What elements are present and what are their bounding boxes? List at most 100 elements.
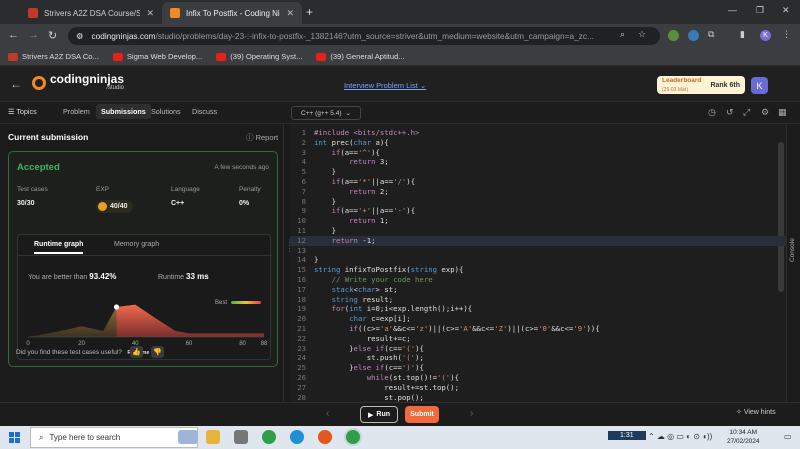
tray-badge[interactable]: 1:31 [608,431,646,440]
windows-start-icon[interactable] [9,432,20,443]
code-line[interactable]: 23 }else if(c=='('){ [290,344,786,354]
minimize-icon[interactable]: — [728,5,737,15]
view-hints-button[interactable]: ✧ View hints [736,408,776,416]
profile-avatar[interactable]: K [760,30,771,41]
language-select[interactable]: C++ (g++ 5.4) ⌄ [291,106,361,120]
extension-icon[interactable] [688,30,699,41]
chrome-icon[interactable] [262,430,276,444]
tab-divider [18,255,272,256]
code-line[interactable]: 22 result+=c; [290,334,786,344]
url-field[interactable]: ⚙ codingninjas.com/studio/problems/day-2… [68,27,660,45]
timer-icon[interactable]: ◷ [708,107,716,118]
submit-button[interactable]: Submit [405,406,439,423]
new-tab-icon[interactable]: + [306,5,313,19]
console-toggle[interactable]: Console [786,124,800,402]
tab-memory-graph[interactable]: Memory graph [114,241,159,248]
bookmark-strivers[interactable]: Strivers A2Z DSA Co... [8,52,99,61]
chrome-active-icon[interactable] [346,430,360,444]
site-info-icon[interactable]: ⚙ [76,31,83,41]
code-line[interactable]: 1 #include <bits/stdc++.h> [290,128,786,138]
edge-icon[interactable] [290,430,304,444]
code-line[interactable]: 11 } [290,226,786,236]
code-line[interactable]: 3 if(a=='^'){ [290,148,786,158]
bookmark-sigma[interactable]: Sigma Web Develop... [112,52,202,61]
close-window-icon[interactable]: ✕ [782,5,790,16]
tab-runtime-graph[interactable]: Runtime graph [34,241,84,254]
code-line[interactable]: 25 }else if(c==')'){ [290,363,786,373]
next-arrow-icon[interactable]: › [470,408,473,419]
line-number: 20 [297,314,306,324]
code-line[interactable]: 20 char c=exp[i]; [290,314,786,324]
restore-icon[interactable]: ❐ [756,5,764,16]
code-line[interactable]: 18 string result; [290,295,786,305]
code-line[interactable]: 5 } [290,167,786,177]
leaderboard-badge[interactable]: Leaderboard (26-03 Mar) Rank 6th [657,76,745,94]
side-panel-icon[interactable]: ▮ [740,29,745,40]
code-line[interactable]: 26 while(st.top()!='('){ [290,373,786,383]
tab-problem[interactable]: Problem [63,107,90,116]
code-line[interactable]: 10 return 1; [290,216,786,226]
bookmark-os[interactable]: (39) Operating Syst... [216,52,302,61]
code-line[interactable]: 7 return 2; [290,187,786,197]
notification-icon[interactable]: ▭ [784,432,792,441]
extensions-puzzle-icon[interactable]: ⧉ [708,29,714,40]
tray-icons[interactable]: ⌃ ☁ ◎ ▭ ◐ ⊙ ◖)) [648,432,712,441]
coding-ninjas-logo[interactable]: codingninjas/studio [32,73,124,91]
fullscreen-icon[interactable]: ⤢ [743,107,750,118]
menu-icon[interactable]: ⋮ [782,29,791,40]
interview-problem-list-link[interactable]: Interview Problem List ⌄ [344,81,426,90]
code-line[interactable]: 9 if(a=='+'||a=='-'){ [290,206,786,216]
back-arrow-icon[interactable]: ← [10,77,22,91]
run-button[interactable]: ▶ Run [360,406,398,423]
code-line[interactable]: 6 if(a=='*'||a=='/'){ [290,177,786,187]
back-icon[interactable]: ← [8,29,19,41]
reload-icon[interactable]: ↻ [48,29,57,42]
taskbar-clock[interactable]: 10:34 AM 27/02/2024 [727,428,760,446]
reset-icon[interactable]: ↺ [726,107,734,118]
code-line[interactable]: 15 string infixToPostfix(string exp){ [290,265,786,275]
bookmark-aptitude[interactable]: (39) General Aptitud... [316,52,405,61]
browser-tab-strivers[interactable]: Strivers A2Z DSA Course/Sheet ✕ [20,2,162,24]
bookmark-label: (39) General Aptitud... [330,52,405,61]
prev-arrow-icon[interactable]: ‹ [326,408,329,419]
forward-icon[interactable]: → [28,29,39,41]
firefox-icon[interactable] [318,430,332,444]
user-avatar[interactable]: K [751,77,768,94]
code-editor[interactable]: 1 #include <bits/stdc++.h> 2 int prec(char … [290,124,786,402]
code-line[interactable]: 21 if((c>='a'&&c<='z')||(c>='A'&&c<='Z')… [290,324,786,334]
tab-submissions[interactable]: Submissions [96,104,151,119]
code-line[interactable]: 12 return -1; [290,235,786,246]
extension-icon[interactable] [668,30,679,41]
code-line[interactable]: 2 int prec(char a){ [290,138,786,148]
code-line[interactable]: 14} [290,255,786,265]
close-icon[interactable]: ✕ [146,8,154,19]
camera-icon[interactable] [234,430,248,444]
language-value: C++ (g++ 5.4) [301,109,342,117]
code-line[interactable]: 13 [290,246,786,256]
zoom-icon[interactable]: ⌕ [620,29,625,40]
line-number: 2 [301,137,306,147]
code-line[interactable]: 19 for(int i=0;i<exp.length();i++){ [290,304,786,314]
tab-solutions[interactable]: Solutions [151,107,181,116]
tab-discuss[interactable]: Discuss [192,107,217,116]
layout-icon[interactable]: ▦ [778,107,787,118]
code-text: string infixToPostfix(string exp){ [314,265,464,275]
code-line[interactable]: 28 st.pop(); [290,393,786,402]
settings-gear-icon[interactable]: ⚙ [761,107,769,118]
code-line[interactable]: 24 st.push('('); [290,353,786,363]
file-explorer-icon[interactable] [206,430,220,444]
code-text: stack<char> st; [331,284,398,294]
code-line[interactable]: 8 } [290,197,786,207]
code-line[interactable]: 4 return 3; [290,157,786,167]
bookmark-star-icon[interactable]: ☆ [638,29,646,40]
report-button[interactable]: ⓘ Report [246,132,278,143]
code-line[interactable]: 17 stack<char> st; [290,285,786,295]
browser-tab-infix-to-postfix[interactable]: Infix To Postfix - Coding Ninjas ✕ [162,2,302,24]
code-line[interactable]: 27 result+=st.top(); [290,383,786,393]
thumbs-up-icon[interactable]: 👍 [129,346,143,358]
thumbs-down-icon[interactable]: 👎 [150,346,164,358]
taskbar-search[interactable]: ⌕ Type here to search [30,427,198,448]
code-line[interactable]: 16 // Write your code here [290,275,786,285]
topics-button[interactable]: ☰ Topics [8,107,37,116]
close-icon[interactable]: ✕ [286,8,294,19]
